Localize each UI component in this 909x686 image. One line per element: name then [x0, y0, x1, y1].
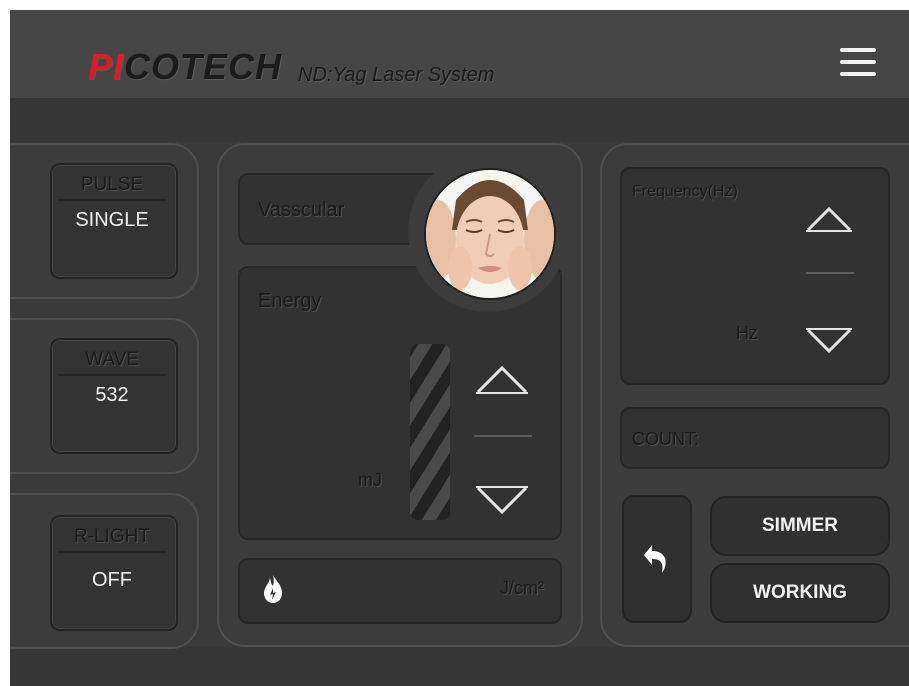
- count-label: COUNT:: [632, 429, 699, 449]
- flame-icon[interactable]: [262, 574, 284, 604]
- pulse-panel: PULSE SINGLE: [10, 143, 199, 299]
- frequency-down-arrow-icon[interactable]: [804, 326, 854, 356]
- working-button[interactable]: WORKING: [710, 563, 890, 623]
- bottom-band: [10, 646, 909, 686]
- fluence-unit: J/cm²: [500, 578, 544, 598]
- brand-accent: PI: [88, 46, 125, 87]
- hamburger-menu-icon[interactable]: [840, 48, 876, 78]
- count-box: COUNT:: [620, 407, 890, 469]
- frequency-up-arrow-icon[interactable]: [804, 204, 854, 234]
- brand-rest: COTECH: [124, 46, 283, 87]
- mode-label: Vasscular: [258, 199, 345, 221]
- energy-label: Energy: [258, 290, 322, 312]
- fluence-box: J/cm²: [238, 558, 562, 624]
- frequency-label: Frequency(Hz): [632, 183, 738, 200]
- pulse-value: SINGLE: [75, 209, 149, 231]
- pulse-selector[interactable]: PULSE SINGLE: [50, 163, 178, 279]
- wave-panel: WAVE 532: [10, 318, 199, 474]
- rlight-selector[interactable]: R-LIGHT OFF: [50, 515, 178, 631]
- rlight-label: R-LIGHT: [58, 523, 166, 553]
- energy-down-arrow-icon[interactable]: [474, 484, 530, 518]
- laser-control-screen: PICOTECH ND:Yag Laser System PULSE SINGL…: [10, 10, 909, 686]
- wave-label: WAVE: [58, 346, 166, 376]
- wave-selector[interactable]: WAVE 532: [50, 338, 178, 454]
- wave-value: 532: [95, 384, 129, 406]
- brand-logo: PICOTECH: [88, 46, 282, 88]
- header-bar: PICOTECH ND:Yag Laser System: [10, 10, 909, 98]
- rlight-panel: R-LIGHT OFF: [10, 493, 199, 649]
- energy-unit: mJ: [358, 470, 382, 490]
- pulse-label: PULSE: [58, 171, 166, 201]
- treatment-face-image: [424, 168, 556, 300]
- simmer-button[interactable]: SIMMER: [710, 496, 890, 556]
- undo-arrow-icon: [644, 545, 666, 573]
- energy-up-arrow-icon[interactable]: [474, 362, 530, 396]
- rlight-value: OFF: [92, 569, 132, 591]
- energy-level-bar: [410, 344, 450, 520]
- energy-value-display: [474, 435, 532, 437]
- frequency-value-display: [806, 272, 854, 274]
- system-subtitle: ND:Yag Laser System: [298, 64, 495, 86]
- status-band: [10, 98, 909, 142]
- frequency-unit: Hz: [736, 323, 758, 343]
- undo-button[interactable]: [622, 495, 692, 623]
